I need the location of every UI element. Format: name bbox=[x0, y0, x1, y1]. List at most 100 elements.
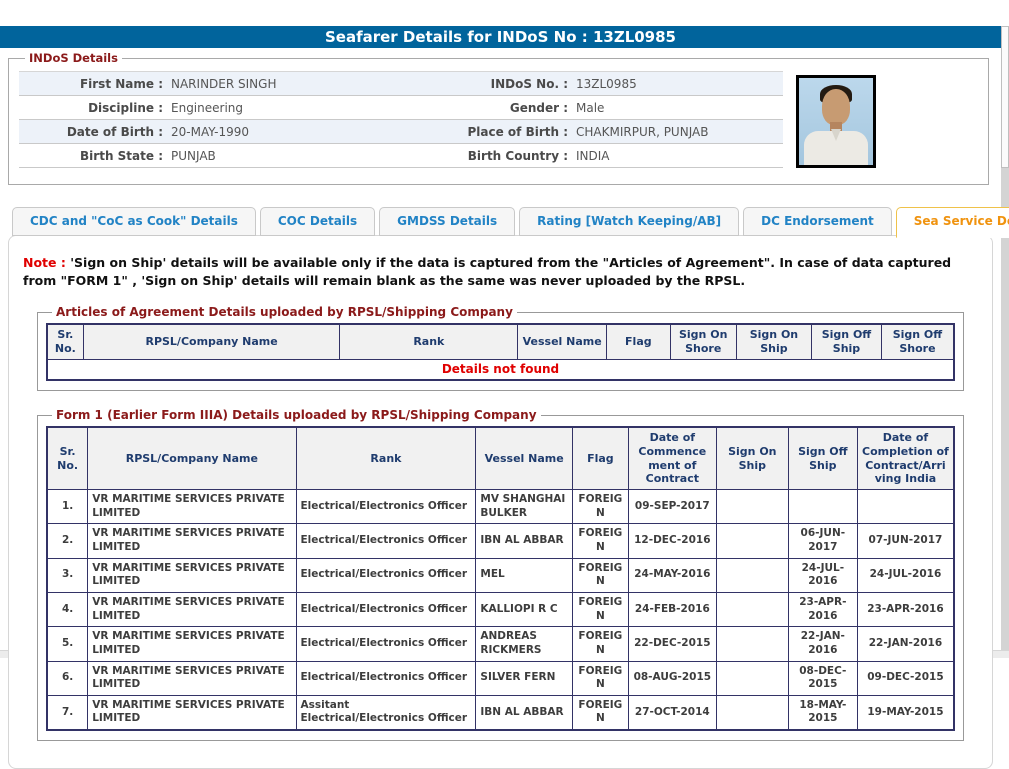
field-value: PUNJAB bbox=[169, 149, 424, 163]
cell: 09-DEC-2015 bbox=[857, 661, 954, 695]
field-label: Gender : bbox=[424, 101, 574, 115]
form1-section: Form 1 (Earlier Form IIIA) Details uploa… bbox=[37, 408, 964, 741]
note-text: Note : 'Sign on Ship' details will be av… bbox=[23, 254, 978, 289]
table-row: 6.VR MARITIME SERVICES PRIVATE LIMITEDEl… bbox=[47, 661, 954, 695]
cell: VR MARITIME SERVICES PRIVATE LIMITED bbox=[88, 524, 296, 558]
indos-fields: First Name :NARINDER SINGHINDoS No. :13Z… bbox=[19, 71, 783, 168]
indos-field-row: Birth State :PUNJABBirth Country :INDIA bbox=[19, 144, 783, 168]
tab-rating-watch-keeping-ab[interactable]: Rating [Watch Keeping/AB] bbox=[519, 207, 739, 236]
field-value: CHAKMIRPUR, PUNJAB bbox=[574, 125, 783, 139]
cell: 23-APR-2016 bbox=[857, 592, 954, 626]
cell: 24-JUL-2016 bbox=[788, 558, 857, 592]
articles-of-agreement-section: Articles of Agreement Details uploaded b… bbox=[37, 305, 964, 391]
cell: VR MARITIME SERVICES PRIVATE LIMITED bbox=[88, 558, 296, 592]
indos-field-row: First Name :NARINDER SINGHINDoS No. :13Z… bbox=[19, 71, 783, 96]
field-label: Birth State : bbox=[19, 149, 169, 163]
cell: FOREIGN bbox=[572, 524, 628, 558]
cell: 12-DEC-2016 bbox=[628, 524, 716, 558]
tab-gmdss-details[interactable]: GMDSS Details bbox=[379, 207, 515, 236]
cell: 24-JUL-2016 bbox=[857, 558, 954, 592]
column-header: Sign Off Ship bbox=[788, 427, 857, 490]
form1-legend: Form 1 (Earlier Form IIIA) Details uploa… bbox=[52, 408, 541, 422]
cell: 3. bbox=[47, 558, 88, 592]
field-label: Discipline : bbox=[19, 101, 169, 115]
column-header: Sr. No. bbox=[47, 427, 88, 490]
cell: 4. bbox=[47, 592, 88, 626]
field-value: 20-MAY-1990 bbox=[169, 125, 424, 139]
cell bbox=[716, 695, 788, 730]
column-header: Sign On Ship bbox=[736, 324, 811, 359]
column-header: Flag bbox=[572, 427, 628, 490]
page-title-bar: Seafarer Details for INDoS No : 13ZL0985 bbox=[0, 26, 1001, 48]
field-label: First Name : bbox=[19, 77, 169, 91]
cell bbox=[716, 490, 788, 524]
column-header: RPSL/Company Name bbox=[83, 324, 340, 359]
cell: 06-JUN-2017 bbox=[788, 524, 857, 558]
form1-body: 1.VR MARITIME SERVICES PRIVATE LIMITEDEl… bbox=[47, 490, 954, 730]
note-body: 'Sign on Ship' details will be available… bbox=[23, 255, 951, 288]
cell: IBN AL ABBAR bbox=[476, 524, 573, 558]
articles-table: Sr. No.RPSL/Company NameRankVessel NameF… bbox=[46, 323, 955, 381]
articles-legend: Articles of Agreement Details uploaded b… bbox=[52, 305, 517, 319]
table-row: 4.VR MARITIME SERVICES PRIVATE LIMITEDEl… bbox=[47, 592, 954, 626]
table-row: 7.VR MARITIME SERVICES PRIVATE LIMITEDAs… bbox=[47, 695, 954, 730]
tab-dc-endorsement[interactable]: DC Endorsement bbox=[743, 207, 892, 236]
cell: 23-APR-2016 bbox=[788, 592, 857, 626]
cell: 27-OCT-2014 bbox=[628, 695, 716, 730]
cell: VR MARITIME SERVICES PRIVATE LIMITED bbox=[88, 661, 296, 695]
column-header: Vessel Name bbox=[476, 427, 573, 490]
cell: FOREIGN bbox=[572, 558, 628, 592]
cell bbox=[857, 490, 954, 524]
cell bbox=[716, 592, 788, 626]
cell: Assitant Electrical/Electronics Officer bbox=[296, 695, 476, 730]
cell: VR MARITIME SERVICES PRIVATE LIMITED bbox=[88, 592, 296, 626]
cell: MEL bbox=[476, 558, 573, 592]
cell: Electrical/Electronics Officer bbox=[296, 558, 476, 592]
tab-sea-service-details[interactable]: Sea Service Details bbox=[896, 207, 1009, 238]
column-header: RPSL/Company Name bbox=[88, 427, 296, 490]
tab-coc-details[interactable]: COC Details bbox=[260, 207, 375, 236]
articles-header-row: Sr. No.RPSL/Company NameRankVessel NameF… bbox=[47, 324, 954, 359]
articles-empty-row: Details not found bbox=[47, 359, 954, 380]
table-row: 2.VR MARITIME SERVICES PRIVATE LIMITEDEl… bbox=[47, 524, 954, 558]
tab-bar: CDC and "CoC as Cook" DetailsCOC Details… bbox=[12, 207, 1001, 236]
field-value: Male bbox=[574, 101, 783, 115]
field-label: Birth Country : bbox=[424, 149, 574, 163]
cell: Electrical/Electronics Officer bbox=[296, 661, 476, 695]
field-label: Date of Birth : bbox=[19, 125, 169, 139]
tab-cdc-and-coc-as-cook-details[interactable]: CDC and "CoC as Cook" Details bbox=[12, 207, 256, 236]
field-value: Engineering bbox=[169, 101, 424, 115]
cell bbox=[716, 661, 788, 695]
field-label: INDoS No. : bbox=[424, 77, 574, 91]
cell: 24-MAY-2016 bbox=[628, 558, 716, 592]
cell: IBN AL ABBAR bbox=[476, 695, 573, 730]
cell: FOREIGN bbox=[572, 661, 628, 695]
field-label: Place of Birth : bbox=[424, 125, 574, 139]
cell: SILVER FERN bbox=[476, 661, 573, 695]
cell bbox=[788, 490, 857, 524]
field-value: 13ZL0985 bbox=[574, 77, 783, 91]
vertical-scrollbar-thumb[interactable] bbox=[1001, 26, 1009, 168]
vertical-scrollbar[interactable] bbox=[1001, 26, 1009, 658]
cell bbox=[716, 558, 788, 592]
cell: Electrical/Electronics Officer bbox=[296, 592, 476, 626]
cell: 08-DEC-2015 bbox=[788, 661, 857, 695]
column-header: Rank bbox=[296, 427, 476, 490]
cell: FOREIGN bbox=[572, 592, 628, 626]
cell: 08-AUG-2015 bbox=[628, 661, 716, 695]
page: Seafarer Details for INDoS No : 13ZL0985… bbox=[0, 26, 1001, 769]
column-header: Date of Commencement of Contract bbox=[628, 427, 716, 490]
column-header: Sign On Shore bbox=[670, 324, 736, 359]
cell: 2. bbox=[47, 524, 88, 558]
articles-empty-message: Details not found bbox=[47, 359, 954, 380]
cell: 18-MAY-2015 bbox=[788, 695, 857, 730]
column-header: Flag bbox=[607, 324, 670, 359]
cell: KALLIOPI R C bbox=[476, 592, 573, 626]
cell: 1. bbox=[47, 490, 88, 524]
cell: 19-MAY-2015 bbox=[857, 695, 954, 730]
page-title: Seafarer Details for INDoS No : 13ZL0985 bbox=[325, 28, 676, 46]
cell: Electrical/Electronics Officer bbox=[296, 524, 476, 558]
cell: VR MARITIME SERVICES PRIVATE LIMITED bbox=[88, 490, 296, 524]
form1-header-row: Sr. No.RPSL/Company NameRankVessel NameF… bbox=[47, 427, 954, 490]
column-header: Rank bbox=[340, 324, 518, 359]
